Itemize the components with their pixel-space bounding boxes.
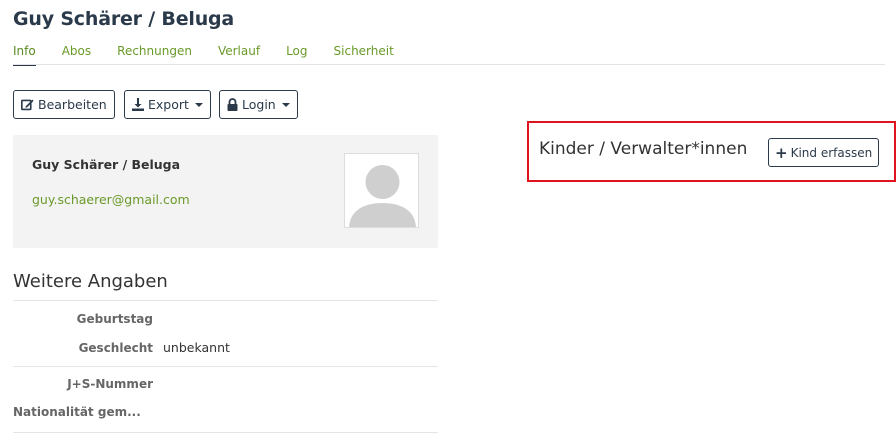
person-email-link[interactable]: guy.schaerer@gmail.com	[32, 192, 190, 207]
add-child-button[interactable]: + Kind erfassen	[768, 138, 880, 167]
tab-verlauf[interactable]: Verlauf	[218, 44, 260, 66]
divider	[13, 300, 438, 301]
lock-icon	[227, 98, 238, 111]
chevron-down-icon	[194, 102, 203, 107]
section-title-weitere-angaben: Weitere Angaben	[13, 271, 168, 292]
value-geschlecht: unbekannt	[163, 340, 230, 355]
avatar	[344, 153, 419, 228]
edit-button-label: Bearbeiten	[38, 97, 107, 112]
edit-button[interactable]: Bearbeiten	[13, 90, 115, 119]
tab-sicherheit[interactable]: Sicherheit	[334, 44, 394, 66]
login-button-label: Login	[242, 97, 276, 112]
login-button[interactable]: Login	[219, 90, 298, 119]
plus-icon: +	[775, 143, 788, 162]
add-child-button-label: Kind erfassen	[790, 145, 873, 160]
export-button[interactable]: Export	[124, 90, 211, 119]
person-placeholder-icon	[345, 154, 418, 227]
chevron-down-icon	[281, 102, 290, 107]
kinder-panel: Kinder / Verwalter*innen + Kind erfassen	[527, 121, 896, 182]
label-js-nummer: J+S-Nummer	[67, 377, 153, 391]
edit-icon	[21, 98, 34, 111]
tab-abos[interactable]: Abos	[62, 44, 91, 66]
tab-log[interactable]: Log	[286, 44, 307, 66]
tab-bar: Info Abos Rechnungen Verlauf Log Sicherh…	[13, 44, 420, 66]
tab-info[interactable]: Info	[13, 44, 36, 66]
person-card: Guy Schärer / Beluga guy.schaerer@gmail.…	[13, 135, 438, 248]
label-geschlecht: Geschlecht	[78, 341, 153, 355]
tabs-divider	[13, 64, 885, 65]
download-icon	[132, 98, 144, 111]
page-title: Guy Schärer / Beluga	[13, 8, 235, 30]
export-button-label: Export	[148, 97, 189, 112]
divider	[13, 432, 438, 433]
label-geburtstag: Geburtstag	[76, 312, 153, 326]
tab-rechnungen[interactable]: Rechnungen	[117, 44, 192, 66]
label-nationalitaet: Nationalität gem...	[13, 405, 141, 419]
kinder-title: Kinder / Verwalter*innen	[539, 139, 748, 159]
divider	[13, 366, 438, 367]
person-name: Guy Schärer / Beluga	[32, 157, 181, 172]
